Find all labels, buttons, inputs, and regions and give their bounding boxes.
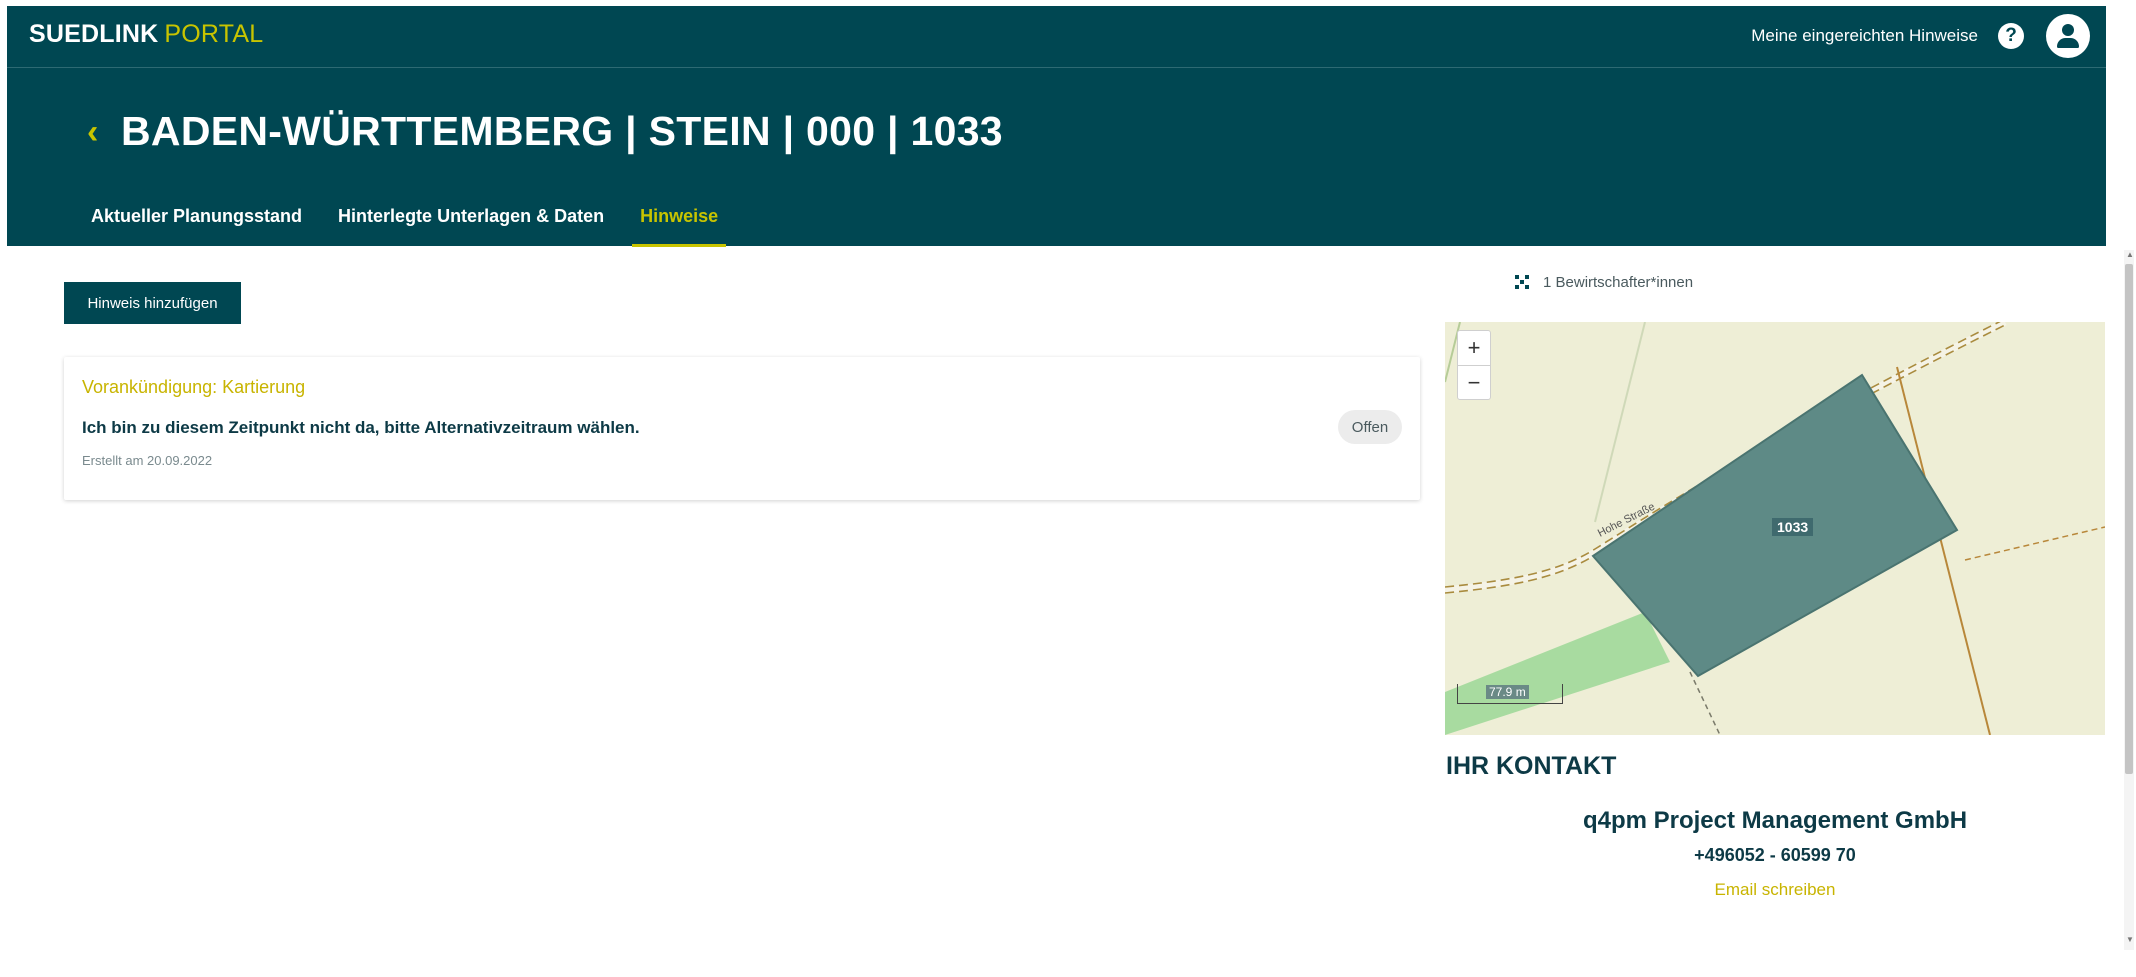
contact-email-link[interactable]: Email schreiben xyxy=(1445,880,2105,900)
brand-secondary: PORTAL xyxy=(164,20,264,48)
forest-area xyxy=(1445,612,1670,735)
parcel-boundary-south xyxy=(1689,671,1721,735)
brand-primary: SUEDLINK xyxy=(29,20,159,48)
zoom-out-button[interactable]: − xyxy=(1458,365,1490,399)
contact-title: IHR KONTAKT xyxy=(1446,752,1617,780)
add-hint-button[interactable]: Hinweis hinzufügen xyxy=(64,282,241,324)
scale-label: 77.9 m xyxy=(1486,685,1529,699)
page-header: ‹ BADEN-WÜRTTEMBERG | STEIN | 000 | 1033… xyxy=(7,67,2106,247)
help-icon[interactable]: ? xyxy=(1998,23,2024,49)
scroll-down-arrow-icon[interactable]: ▼ xyxy=(2126,935,2134,944)
tab-unterlagen[interactable]: Hinterlegte Unterlagen & Daten xyxy=(330,200,612,247)
zoom-in-button[interactable]: + xyxy=(1458,331,1490,365)
user-icon[interactable] xyxy=(2046,14,2090,58)
brand-logo[interactable]: SUEDLINK PORTAL xyxy=(29,20,263,49)
page-scrollbar[interactable]: ▲ ▼ xyxy=(2124,250,2134,950)
tab-hinweise[interactable]: Hinweise xyxy=(632,200,727,247)
path-line xyxy=(1594,322,1646,523)
parcel-label: 1033 xyxy=(1772,518,1814,536)
managers-count: 1 Bewirtschafter*innen xyxy=(1543,273,1694,291)
contact-phone: +496052 - 60599 70 xyxy=(1694,845,1856,865)
page-title: BADEN-WÜRTTEMBERG | STEIN | 000 | 1033 xyxy=(121,108,1003,154)
parcel-map[interactable]: Hohe Straße + − 1033 77.9 m xyxy=(1445,322,2105,735)
contact-company: q4pm Project Management GmbH xyxy=(1582,807,1968,834)
tab-bar: Aktueller Planungsstand Hinterlegte Unte… xyxy=(83,200,746,247)
parcel-boundary-northeast xyxy=(1964,526,2105,561)
top-right-actions: Meine eingereichten Hinweise ? xyxy=(1751,13,2090,59)
top-navigation-bar: SUEDLINK PORTAL Meine eingereichten Hinwe… xyxy=(7,6,2106,67)
tab-planungsstand[interactable]: Aktueller Planungsstand xyxy=(83,200,310,247)
hint-category: Vorankündigung: Kartierung xyxy=(82,377,306,397)
back-chevron-icon[interactable]: ‹ xyxy=(87,113,98,152)
scroll-thumb[interactable] xyxy=(2125,264,2133,774)
my-hints-link[interactable]: Meine eingereichten Hinweise xyxy=(1751,26,1978,46)
status-badge: Offen xyxy=(1338,410,1402,444)
hint-card[interactable]: Vorankündigung: Kartierung Ich bin zu di… xyxy=(64,357,1420,500)
hint-created-date: Erstellt am 20.09.2022 xyxy=(82,453,213,468)
scroll-up-arrow-icon[interactable]: ▲ xyxy=(2126,250,2134,259)
managers-info: 1 Bewirtschafter*innen xyxy=(1513,273,1693,291)
map-zoom-controls: + − xyxy=(1457,330,1491,400)
map-scale-bar: 77.9 m xyxy=(1457,684,1563,704)
grid-pattern-icon xyxy=(1515,275,1529,289)
hint-text: Ich bin zu diesem Zeitpunkt nicht da, bi… xyxy=(82,418,640,437)
